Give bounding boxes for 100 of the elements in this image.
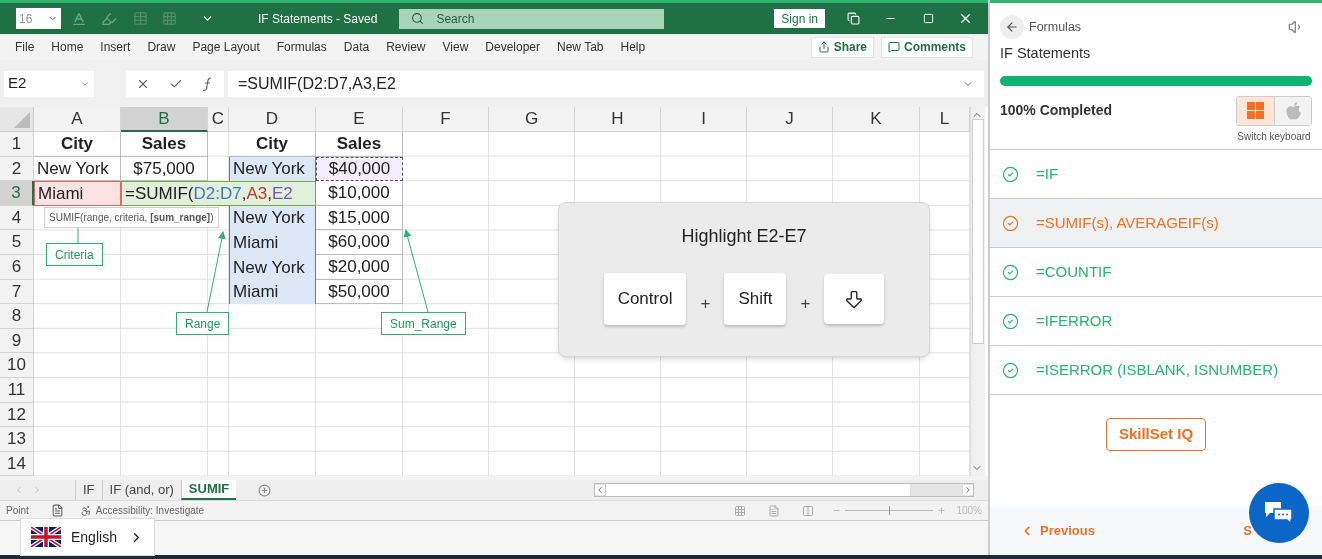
column-header[interactable]: D [229,107,316,132]
table-cell[interactable]: New York [229,254,316,280]
column-header[interactable]: J [747,107,833,132]
scroll-left-icon[interactable] [595,485,605,495]
table-cell[interactable]: City [34,132,121,157]
table-cell[interactable]: New York [229,156,316,182]
ribbon-tab[interactable]: View [442,38,469,56]
column-header[interactable]: E [316,107,403,132]
select-all-button[interactable] [0,107,34,132]
ribbon-tab[interactable]: Developer [485,38,540,56]
row-header[interactable]: 10 [0,353,34,378]
column-header[interactable]: I [661,107,747,132]
column-header[interactable]: L [920,107,970,132]
back-button[interactable] [1000,15,1024,39]
row-header[interactable]: 4 [0,205,34,231]
table-cell[interactable]: Sales [316,132,403,157]
ribbon-tab[interactable]: Help [620,38,646,56]
table-cell[interactable]: City [229,132,316,157]
formula-field[interactable]: =SUMIF(D2:D7,A3,E2 [228,70,984,97]
zoom-in-icon[interactable] [937,506,947,515]
column-header[interactable]: B [121,107,208,132]
ribbon-tab[interactable]: Insert [100,38,131,56]
sign-in-button[interactable]: Sign in [774,9,825,28]
language-selector[interactable]: English [20,518,155,556]
column-header[interactable]: C [208,107,229,132]
name-box[interactable]: E2 [4,70,94,97]
table-cell[interactable]: $60,000 [316,230,403,255]
row-header[interactable]: 11 [0,377,34,403]
page-break-icon[interactable] [802,504,815,517]
callout-label: Sum_Range [381,312,466,335]
table-cell[interactable]: $20,000 [316,254,403,280]
merge-icon[interactable] [162,11,177,26]
ribbon-display-icon[interactable] [847,12,860,25]
row-header[interactable]: 13 [0,427,34,452]
row-header[interactable]: 1 [0,132,34,157]
add-sheet-icon[interactable] [258,483,272,497]
row-header[interactable]: 3 [0,181,34,206]
column-header[interactable]: A [34,107,121,132]
column-header[interactable]: F [403,107,489,132]
comments-button[interactable]: Comments [881,36,973,58]
macro-icon[interactable] [50,504,64,517]
table-cell[interactable]: Miami [229,230,316,255]
row-header[interactable]: 7 [0,279,34,305]
check-circle-icon [1002,361,1019,379]
progress-label: 100% Completed [1000,100,1113,120]
highlighter-icon[interactable] [101,10,117,27]
ribbon-tab[interactable]: Home [51,38,84,56]
plus-sign: + [800,293,811,316]
column-header[interactable]: K [833,107,920,132]
table-cell[interactable]: $40,000 [316,156,403,182]
shortcut-title: Highlight E2-E7 [681,225,807,248]
close-icon[interactable] [958,11,973,26]
ribbon-tab[interactable]: Data [343,38,370,56]
ribbon-tab[interactable]: File [15,38,35,56]
keyboard-key: Control [603,273,687,325]
leader-line [77,227,79,244]
row-header[interactable]: 9 [0,328,34,354]
table-cell[interactable]: New York [229,205,316,231]
table-cell[interactable]: $10,000 [316,181,403,206]
scroll-thumb[interactable] [605,484,910,496]
apple-icon [1285,101,1301,120]
ribbon-tab[interactable]: Draw [147,38,176,56]
row-header[interactable]: 5 [0,230,34,255]
ribbon-tab[interactable]: New Tab [557,38,604,56]
windows-icon [1247,102,1264,120]
formula-cell[interactable]: =SUMIF(D2:D7,A3,E2 [121,181,316,206]
accessibility-status[interactable]: Accessibility: Investigate [95,503,205,518]
prev-sheet-icon[interactable] [14,485,24,495]
sheet-tab[interactable]: SUMIF [180,480,237,500]
row-header[interactable]: 2 [0,156,34,182]
table-cell[interactable]: Miami [229,279,316,305]
scroll-right-icon[interactable] [963,485,973,495]
ribbon-tab[interactable]: Review [386,38,426,56]
accessibility-icon[interactable] [79,504,92,517]
back-icon [1005,20,1019,34]
font-color-icon[interactable] [71,10,87,27]
table-cell[interactable]: Miami [34,181,121,206]
restore-icon[interactable] [923,13,934,24]
row-header[interactable]: 6 [0,254,34,280]
share-icon [817,41,830,53]
table-cell[interactable]: $50,000 [316,279,403,305]
borders-icon[interactable] [133,11,148,26]
row-header[interactable]: 14 [0,451,34,477]
column-header[interactable]: H [575,107,661,132]
share-button[interactable]: Share [810,36,874,58]
scroll-thumb[interactable] [972,119,984,344]
window-title: IF Statements - Saved [258,10,378,28]
normal-view-icon[interactable] [734,504,747,517]
ribbon-tab[interactable]: Formulas [276,38,327,56]
table-cell[interactable]: Sales [121,132,208,157]
ribbon-tab[interactable]: Page Layout [192,38,260,56]
column-header[interactable]: G [489,107,575,132]
table-cell[interactable]: $15,000 [316,205,403,231]
next-sheet-icon[interactable] [32,485,42,495]
row-header[interactable]: 8 [0,304,34,329]
row-header[interactable]: 12 [0,402,34,428]
search-field[interactable]: Search [399,8,665,29]
mac-keyboard-toggle[interactable] [1274,96,1311,125]
page-layout-icon[interactable] [768,504,781,517]
windows-keyboard-toggle[interactable] [1237,96,1274,125]
